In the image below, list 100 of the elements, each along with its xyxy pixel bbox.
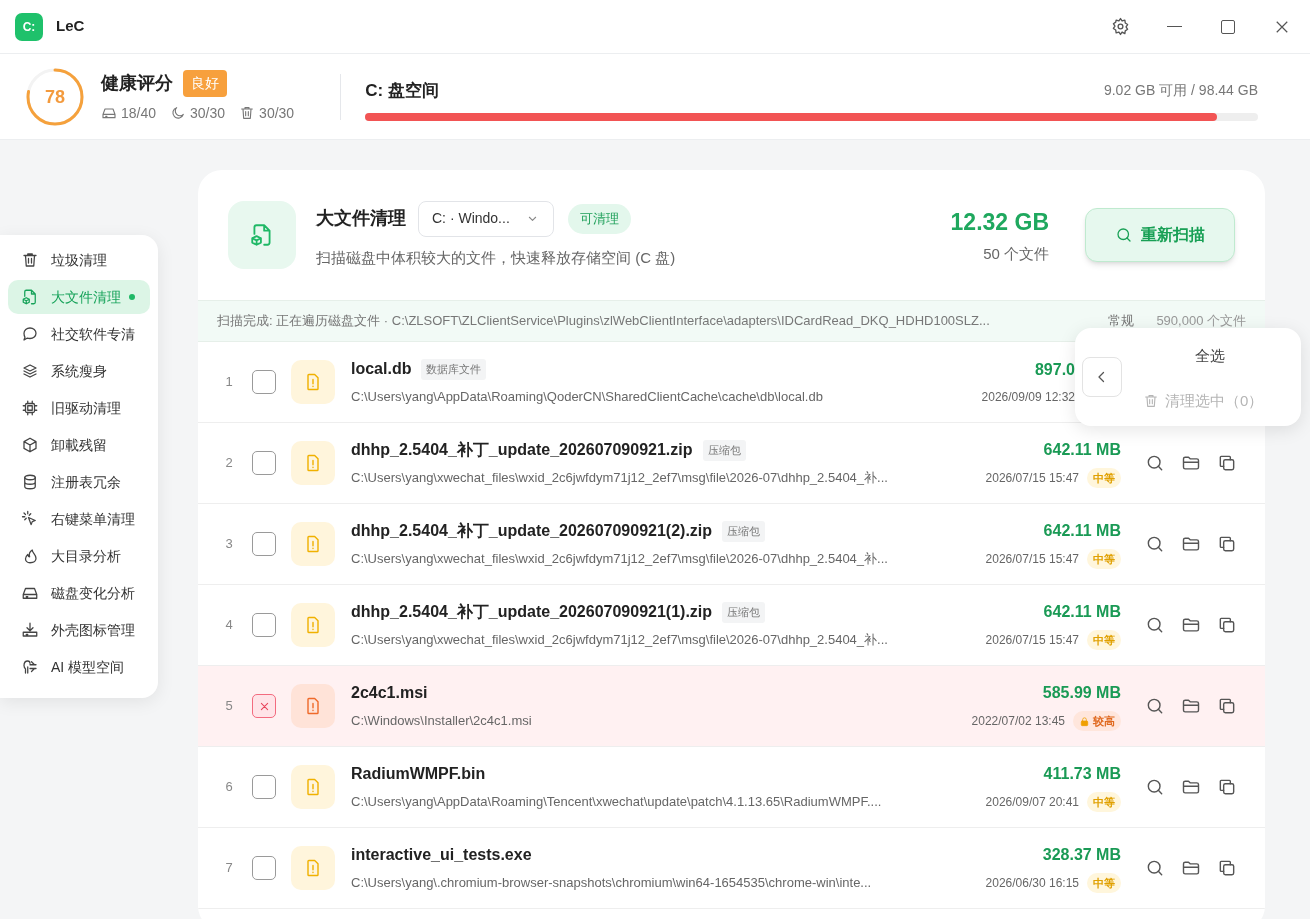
search-icon [1145,777,1165,797]
file-size: 642.11 MB [1043,520,1121,541]
copy-icon [1217,777,1237,797]
disk-usage-text: 9.02 GB 可用 / 98.44 GB [1103,81,1258,100]
file-type-tag: 数据库文件 [421,359,487,380]
sidebar-item[interactable]: 磁盘变化分析 [8,576,150,610]
row-number: 2 [224,454,234,473]
scan-mode: 常规 [1108,312,1135,331]
sidebar-item[interactable]: 社交软件专清 [8,317,150,351]
file-size: 585.99 MB [1042,682,1121,703]
row-number: 6 [224,778,234,797]
sidebar-item[interactable]: 大目录分析 [8,539,150,573]
file-date: 2026/07/15 15:47 [985,470,1079,487]
checkbox[interactable] [252,451,276,475]
risk-badge: 中等 [1087,872,1121,894]
status-badge: 可清理 [568,204,631,234]
sidebar-item[interactable]: 外壳图标管理 [8,613,150,647]
folder-icon [1181,534,1201,554]
disk-title: C: 盘空间 [365,79,439,102]
file-name: local.db [351,359,412,380]
settings-icon [1110,17,1130,36]
file-path: C:\Users\yang\.chromium-browser-snapshots\chromium\win64-1654535\chrome-win\inte... [351,874,872,893]
sidebar-item[interactable]: 系统瘦身 [8,354,150,388]
file-date: 2026/09/09 12:32 [981,389,1075,406]
panel-subtitle: 扫描磁盘中体积较大的文件，快速释放存储空间 (C 盘) [316,247,676,268]
copy-icon [1217,453,1237,473]
app-logo: C: [15,12,43,41]
chat-bubble-icon [21,325,39,343]
folder-icon [1181,858,1201,878]
sidebar-item[interactable]: 卸載残留 [8,428,150,462]
row-number: 5 [224,697,234,716]
row-number: 4 [224,616,234,635]
file-type-tag: 压缩包 [722,521,766,542]
file-name: 2c4c1.msi [351,683,428,704]
file-size: 642.11 MB [1043,439,1121,460]
risk-badge: 较高 [1073,710,1121,732]
checkbox[interactable] [252,613,276,637]
trash-icon [239,105,256,121]
file-type-tag: 压缩包 [702,440,746,461]
search-icon [1115,226,1133,244]
row-number: 7 [224,859,234,878]
row-number: 1 [224,373,234,392]
folder-icon [1181,615,1201,635]
search-icon [1145,534,1165,554]
download-tray-icon [21,621,39,639]
stat-value: 18/40 [121,103,157,123]
layers-icon [21,362,39,380]
copy-icon [1217,696,1237,716]
search-icon [1145,696,1165,716]
file-row[interactable]: 5 2c4c1.msi C:\Windows\Installer\2c4c1.msi 585.99 MB 2022/07/02 13:45 较高 [198,666,1265,747]
file-size: 411.73 MB [1043,763,1121,784]
chip-icon [21,399,39,417]
cursor-click-icon [21,510,39,528]
lock-icon [1079,715,1090,727]
risk-badge: 中等 [1087,791,1121,813]
minimize-icon [1166,25,1182,28]
file-date: 2022/07/02 13:45 [971,713,1065,730]
checkbox[interactable] [252,775,276,799]
file-name: interactive_ui_tests.exe [351,845,532,866]
checkbox[interactable] [252,856,276,880]
copy-icon [1217,858,1237,878]
file-date: 2026/06/30 16:15 [985,875,1079,892]
stat-value: 30/30 [259,103,295,123]
search-icon [1145,858,1165,878]
score-value: 78 [45,87,65,106]
search-icon [1145,615,1165,635]
stat-value: 30/30 [190,103,226,123]
sidebar-item[interactable]: 注册表冗余 [8,465,150,499]
file-cube-icon [21,288,39,306]
copy-icon [1217,615,1237,635]
file-path: C:\Users\yang\AppData\Roaming\Tencent\xwechat\update\patch\4.1.13.65\RadiumWMPF.... [351,793,882,812]
file-date: 2026/07/15 15:47 [985,551,1079,568]
risk-badge: 中等 [1087,629,1121,651]
file-name: dhhp_2.5404_补丁_update_202607090921.zip [351,440,693,461]
trash-icon [21,251,39,269]
score-gauge [26,67,84,126]
risk-badge: 中等 [1087,548,1121,570]
trash-icon [1143,393,1159,410]
app-title: LeC [56,16,85,37]
file-size: 642.11 MB [1043,601,1121,622]
file-path: C:\Users\yang\xwechat_files\wxid_2c6jwfdym71j12_2ef7\msg\file\2026-07\dhhp_2.5404_补... [351,469,888,488]
checkbox[interactable] [252,532,276,556]
sidebar-item[interactable]: AI 模型空间 [8,650,150,684]
file-name: dhhp_2.5404_补丁_update_202607090921(1).zip [351,602,713,623]
health-title: 健康评分 [101,71,173,95]
drive-dropdown[interactable]: C: · Windo... [418,200,554,237]
panel-title: 大文件清理 [316,207,406,231]
scanned-count: 590,000 个文件 [1156,312,1246,331]
database-icon [21,473,39,491]
moon-icon [170,105,187,121]
sidebar-item[interactable]: 垃圾清理 [8,243,150,277]
maximize-icon [1221,19,1235,34]
sidebar-item[interactable]: 右键菜单清理 [8,502,150,536]
sidebar-item[interactable]: 旧驱动清理 [8,391,150,425]
grade-badge: 良好 [183,69,227,97]
search-icon [1145,453,1165,473]
folder-icon [1181,777,1201,797]
checkbox[interactable] [252,370,276,394]
file-size: 328.37 MB [1042,844,1121,865]
checkbox[interactable] [252,694,276,718]
